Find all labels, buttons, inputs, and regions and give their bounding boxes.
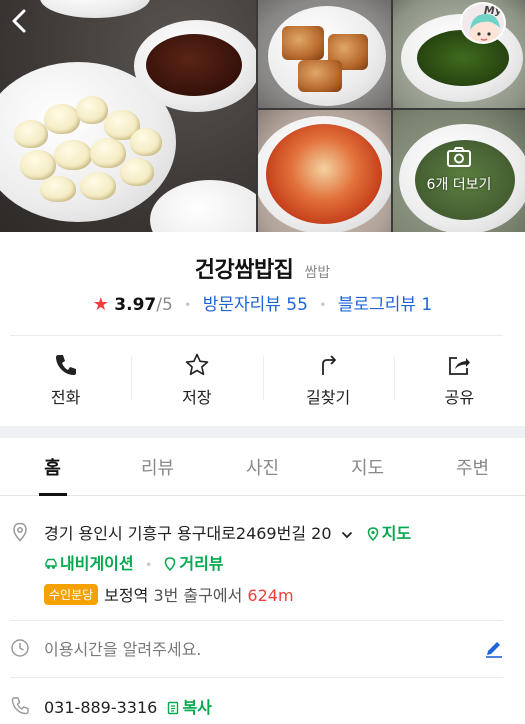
place-name: 건강쌈밥집 [194,258,294,283]
hours-placeholder[interactable]: 이용시간을 알려주세요. [44,636,201,660]
navigation-link[interactable]: 내비게이션 [44,554,139,573]
clock-icon [11,639,29,657]
place-title-row: 건강쌈밥집 쌈밥 [0,252,525,284]
street-view-icon [165,557,176,571]
main-photo[interactable] [0,0,256,232]
phone-outline-icon [11,697,29,715]
sub-links-row: 내비게이션 • 거리뷰 [44,550,224,574]
address-row: 경기 용인시 기흥구 용구대로2469번길 20 지도 [44,520,411,544]
separator-dot: • [145,557,153,572]
star-icon: ★ [92,294,109,315]
copy-icon [168,701,179,715]
map-link-label: 지도 [381,524,412,543]
subway-station: 보정역 [104,586,149,605]
braised-tofu [282,26,324,60]
rating-row: ★ 3.97/5 • 방문자리뷰 55 • 블로그리뷰 1 [0,290,525,315]
tab-reviews[interactable]: 리뷰 [105,438,210,495]
garlic-clove [130,128,162,156]
garlic-clove [54,140,92,170]
tab-map[interactable]: 지도 [315,438,420,495]
photo-gallery[interactable]: 6개 더보기 My [0,0,525,232]
subway-line-badge: 수인분당 [44,584,99,605]
call-button[interactable]: 전화 [0,342,131,418]
my-avatar[interactable]: My [460,2,506,44]
garlic-clove [44,104,80,134]
action-bar: 전화 저장 길찾기 공유 [0,342,525,418]
divider [10,620,503,621]
map-link[interactable]: 지도 [366,524,411,543]
ssamjang-sauce [146,34,242,96]
garlic-clove [80,172,116,200]
garlic-clove [120,158,154,186]
pencil-icon[interactable] [484,638,504,658]
camera-icon [447,147,471,167]
garlic-clove [90,138,126,168]
side-bowl [150,180,256,232]
navigation-label: 내비게이션 [60,554,134,573]
tab-home[interactable]: 홈 [0,438,105,496]
street-view-link[interactable]: 거리뷰 [163,554,224,573]
braised-tofu [298,60,342,92]
directions-icon [322,355,337,375]
directions-label: 길찾기 [306,388,351,407]
tab-bar: 홈 리뷰 사진 지도 주변 [0,438,525,496]
garlic-clove [40,176,76,202]
garlic-clove [76,96,108,124]
star-outline-icon [185,353,209,376]
car-icon [45,558,57,569]
share-icon [449,357,471,375]
place-category: 쌈밥 [304,265,331,281]
more-photos-button[interactable]: 6개 더보기 [393,140,525,200]
phone-row: 031-889-3316 복사 [44,694,212,718]
map-pin-icon [367,527,378,541]
photo-tofu[interactable] [258,0,391,108]
copy-phone-button[interactable]: 복사 [166,698,212,717]
spicy-stirfry [266,124,382,224]
top-bowl [40,0,150,18]
photo-greens[interactable] [393,0,525,108]
address-text: 경기 용인시 기흥구 용구대로2469번길 20 [44,524,332,543]
rating-value: 3.97 [114,295,157,315]
copy-label: 복사 [182,698,212,717]
phone-icon [55,355,76,375]
rating-max: /5 [156,295,173,315]
subway-distance: 624m [247,586,294,605]
share-button[interactable]: 공유 [393,342,525,418]
directions-button[interactable]: 길찾기 [262,342,394,418]
subway-row: 수인분당 보정역 3번 출구에서 624m [44,582,294,606]
blog-review-link[interactable]: 블로그리뷰 1 [338,295,432,315]
save-button[interactable]: 저장 [131,342,262,418]
call-label: 전화 [50,388,81,407]
chevron-down-icon[interactable] [341,529,353,541]
phone-number[interactable]: 031-889-3316 [44,698,157,717]
back-arrow-icon[interactable] [8,8,30,34]
more-photos-label: 6개 더보기 [426,177,492,193]
separator-dot: • [319,298,327,312]
visitor-review-link[interactable]: 방문자리뷰 55 [203,295,308,315]
divider [10,677,503,678]
garlic-clove [20,150,56,180]
save-label: 저장 [182,388,212,407]
subway-exit: 3번 출구에서 [153,586,243,605]
tab-nearby[interactable]: 주변 [420,438,525,495]
photo-stirfry[interactable] [258,110,391,232]
street-view-label: 거리뷰 [179,554,224,573]
share-label: 공유 [444,388,475,407]
tab-photos[interactable]: 사진 [210,438,315,495]
avatar-label: My [483,4,502,17]
location-pin-icon [13,522,27,542]
section-gap [0,426,525,438]
separator-dot: • [184,298,192,312]
garlic-clove [14,120,48,148]
divider [10,335,503,336]
